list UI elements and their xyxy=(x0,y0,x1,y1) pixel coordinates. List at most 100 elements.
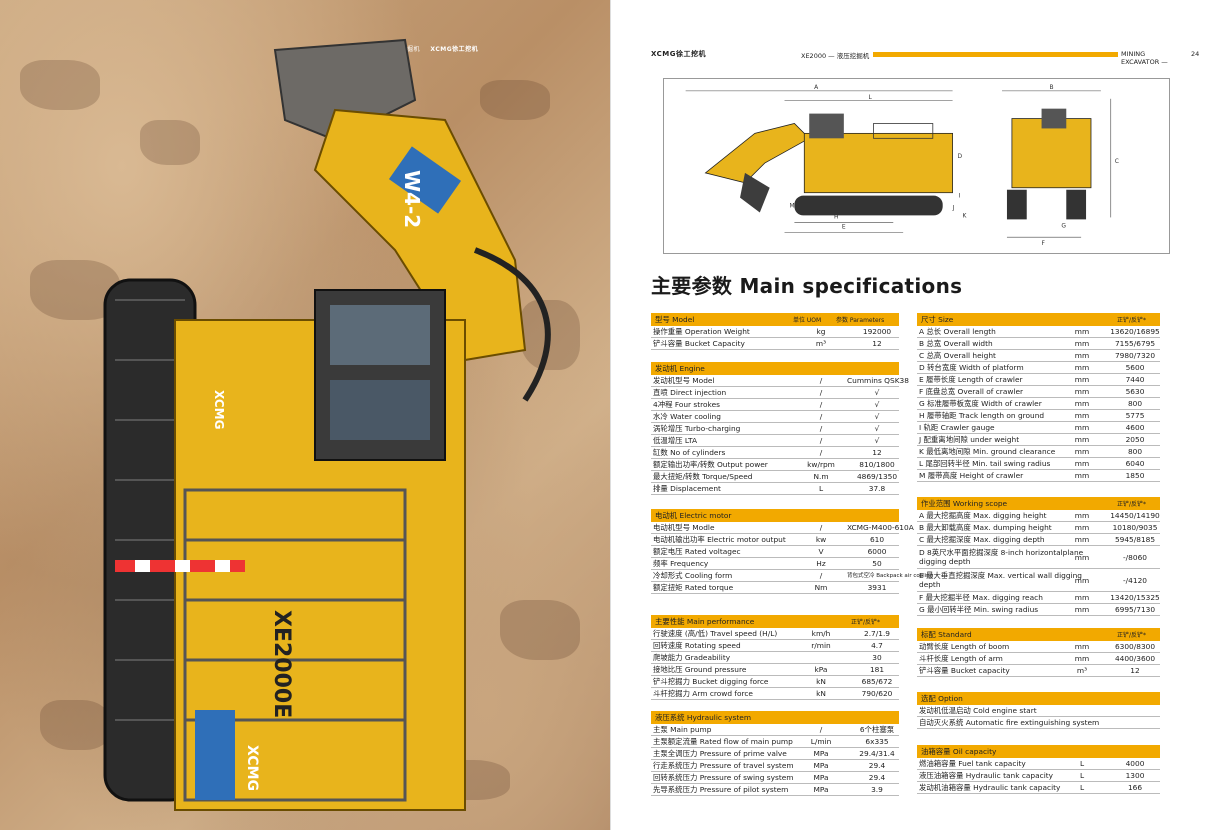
spec-row: M 履带高度 Height of crawler mm 1850 xyxy=(917,470,1160,482)
spec-row: 燃油箱容量 Fuel tank capacity L 4000 xyxy=(917,758,1160,770)
spec-row: B 总宽 Overall width mm 7155/6795 xyxy=(917,338,1160,350)
front-view-drawing xyxy=(1002,90,1112,238)
section-header: 选配 Option xyxy=(917,692,1160,705)
spec-row: 操作重量 Operation Weight kg 192000 xyxy=(651,326,899,338)
spec-row: D 转台宽度 Width of platform mm 5600 xyxy=(917,362,1160,374)
svg-text:L: L xyxy=(869,94,873,101)
spec-section-model: 型号 Model 单位 UOM 参数 Parameters 操作重量 Operati… xyxy=(651,313,899,350)
section-header: 标配 Standard 正铲/反铲* xyxy=(917,628,1160,641)
section-header: 电动机 Electric motor xyxy=(651,509,899,522)
xcmg-logo: XCMG徐工挖机 xyxy=(651,50,706,58)
spec-row: 接地比压 Ground pressure kPa 181 xyxy=(651,664,899,676)
header-category: MINING EXCAVATOR — xyxy=(1121,50,1168,66)
spec-section-size: 尺寸 Size 正铲/反铲* A 总长 Overall length mm 13620… xyxy=(917,313,1160,482)
section-header: 型号 Model 单位 UOM 参数 Parameters xyxy=(651,313,899,326)
spec-row: 主泵额定流量 Rated flow of main pump L/min 6x335 xyxy=(651,736,899,748)
svg-text:F: F xyxy=(1042,240,1046,247)
svg-text:J: J xyxy=(952,205,955,212)
spec-page: XCMG徐工挖机 XE2000 — 液压挖掘机 MINING EXCAVATOR… xyxy=(610,0,1217,830)
spec-section-performance: 主要性能 Main performance 正铲/反铲* 行驶速度 (高/低) T… xyxy=(651,615,899,700)
spec-section-oil-capacity: 油箱容量 Oil capacity 燃油箱容量 Fuel tank capaci… xyxy=(917,745,1160,794)
section-header: 油箱容量 Oil capacity xyxy=(917,745,1160,758)
spec-row: 额定扭矩 Rated torque Nm 3931 xyxy=(651,582,899,594)
section-header: 尺寸 Size 正铲/反铲* xyxy=(917,313,1160,326)
spec-row: 最大扭矩/转数 Torque/Speed N.m 4869/1350 xyxy=(651,472,899,483)
spec-row: 电动机型号 Modle / XCMG-M400-610A xyxy=(651,523,914,534)
spec-row: 主泵 Main pump/6个柱塞泵 xyxy=(651,724,899,736)
section-header: 发动机 Engine xyxy=(651,362,899,375)
spec-row: 铲斗容量 Bucket Capacity m³ 12 xyxy=(651,338,899,350)
spec-row: 主泵全调压力 Pressure of prime valve MPa 29.4/31… xyxy=(651,748,899,760)
spec-row: A 总长 Overall length mm 13620/16895 xyxy=(917,327,1160,338)
spec-section-standard: 标配 Standard 正铲/反铲* 动臂长度 Length of boom mm 6… xyxy=(917,628,1160,677)
svg-text:E: E xyxy=(842,223,846,230)
spec-row: A 最大挖掘高度 Max. digging height mm 14450/1419… xyxy=(917,511,1160,522)
spec-row: 行驶速度 (高/低) Travel speed (H/L) km/h 2.7/1.9 xyxy=(651,628,899,640)
excavator-illustration: W4-2 XE2000E XCMG XCMG xyxy=(103,38,551,811)
spec-row: 发动机低温启动 Cold engine start xyxy=(917,705,1160,717)
spec-row: 涡轮增压 Turbo-charging / √ xyxy=(651,423,899,435)
svg-text:A: A xyxy=(814,84,818,91)
spec-row: 直喷 Direct injection / √ xyxy=(651,387,899,399)
spec-row: 发动机型号 Model / Cummins QSK38 xyxy=(651,376,909,387)
svg-text:B: B xyxy=(1049,84,1053,91)
body-brand-label: XCMG xyxy=(212,390,226,429)
spec-row: L 尾部回转半径 Min. tail swing radius mm 6040 xyxy=(917,458,1160,470)
dimension-drawings: A L D E H I J K M B F C G xyxy=(663,78,1170,254)
side-view-drawing xyxy=(685,90,953,233)
spec-row: 排量 Displacement L 37.8 xyxy=(651,483,899,495)
spec-row: C 最大挖掘深度 Max. digging depth mm 5945/8185 xyxy=(917,534,1160,546)
svg-text:M: M xyxy=(789,203,794,210)
spec-section-hydraulic: 液压系统 Hydraulic system 主泵 Main pump/6个柱塞泵… xyxy=(651,711,899,796)
spec-section-working-scope: 作业范围 Working scope 正铲/反铲* A 最大挖掘高度 Max. d… xyxy=(917,497,1160,616)
section-header: 主要性能 Main performance 正铲/反铲* xyxy=(651,615,899,628)
spec-row: 额定输出功率/转数 Output power kw/rpm 810/1800 xyxy=(651,459,899,471)
spec-row: C 总高 Overall height mm 7980/7320 xyxy=(917,350,1160,362)
cab-brand-label: XCMG xyxy=(244,745,260,791)
svg-text:D: D xyxy=(958,153,963,160)
spec-row: E 履带长度 Length of crawler mm 7440 xyxy=(917,374,1160,386)
spec-row: 斗杆挖掘力 Arm crowd force kN 790/620 xyxy=(651,688,899,700)
page-number: 24 xyxy=(1191,50,1200,58)
spec-row: J 配重离地间隙 under weight mm 2050 xyxy=(917,434,1160,446)
spec-row: 电动机输出功率 Electric motor output kw 610 xyxy=(651,534,899,546)
spec-section-engine: 发动机 Engine 发动机型号 Model / Cummins QSK38 直喷 … xyxy=(651,362,909,495)
spec-row: 铲斗容量 Bucket capacity m³ 12 xyxy=(917,665,1160,677)
svg-text:I: I xyxy=(959,193,961,200)
spec-section-option: 选配 Option 发动机低温启动 Cold engine start 自动灭火… xyxy=(917,692,1160,729)
spec-row: 行走系统压力 Pressure of travel system MPa 29.4 xyxy=(651,760,899,772)
spec-row: I 轨距 Crawler gauge mm 4600 xyxy=(917,422,1160,434)
page-title: 主要参数 Main specifications xyxy=(651,274,963,298)
header-model: XE2000 — 液压挖掘机 xyxy=(801,52,870,60)
spec-row: 缸数 No of cylinders/12 xyxy=(651,447,899,459)
section-header: 液压系统 Hydraulic system xyxy=(651,711,899,724)
side-model-label: XE2000E xyxy=(269,610,294,718)
svg-text:H: H xyxy=(834,213,838,220)
section-header: 作业范围 Working scope 正铲/反铲* xyxy=(917,497,1160,510)
spec-row: D 8英尺水平面挖掘深度 8-inch horizontalplane digg… xyxy=(917,546,1160,569)
svg-text:G: G xyxy=(1061,222,1066,229)
spec-row: 发动机油箱容量 Hydraulic tank capacity L 166 xyxy=(917,782,1160,794)
spec-row: 低温增压 LTA / √ xyxy=(651,435,899,447)
svg-text:K: K xyxy=(962,212,966,219)
spec-row: F 最大挖掘半径 Max. digging reach mm 13420/15325 xyxy=(917,593,1160,604)
spec-row: 动臂长度 Length of boom mm 6300/8300 xyxy=(917,641,1160,653)
spec-row: G 最小回转半径 Min. swing radius mm 6995/7130 xyxy=(917,604,1160,616)
spec-row: 斗杆长度 Length of arm mm 4400/3600 xyxy=(917,653,1160,665)
page-header: XCMG徐工挖机 XE2000 — 液压挖掘机 MINING EXCAVATOR… xyxy=(651,48,1199,66)
spec-row: F 底盘总宽 Overall of crawler mm 5630 xyxy=(917,386,1160,398)
spec-row: 液压油箱容量 Hydraulic tank capacity L 1300 xyxy=(917,770,1160,782)
spec-row: 先导系统压力 Pressure of pilot system MPa 3.9 xyxy=(651,784,899,796)
header-accent-band xyxy=(873,52,1118,57)
spec-row: E 最大垂直挖掘深度 Max. vertical wall digging de… xyxy=(917,569,1160,592)
spec-row: H 履带轴距 Track length on ground mm 5775 xyxy=(917,410,1160,422)
spec-row: 爬坡能力 Gradeability 30 xyxy=(651,652,899,664)
boom-decal: W4-2 xyxy=(400,170,424,228)
spec-row: 4冲程 Four strokes / √ xyxy=(651,399,899,411)
spec-row: K 最低离地间隙 Min. ground clearance mm 800 xyxy=(917,446,1160,458)
spec-row: 自动灭火系统 Automatic fire extinguishing syst… xyxy=(917,717,1160,729)
spec-row: 水冷 Water cooling / √ xyxy=(651,411,899,423)
spec-row: 频率 Frequency Hz 50 xyxy=(651,558,899,570)
spec-row: B 最大卸载高度 Max. dumping height mm 10180/9035 xyxy=(917,522,1160,534)
spec-row: G 标准履带板宽度 Width of crawler mm 800 xyxy=(917,398,1160,410)
